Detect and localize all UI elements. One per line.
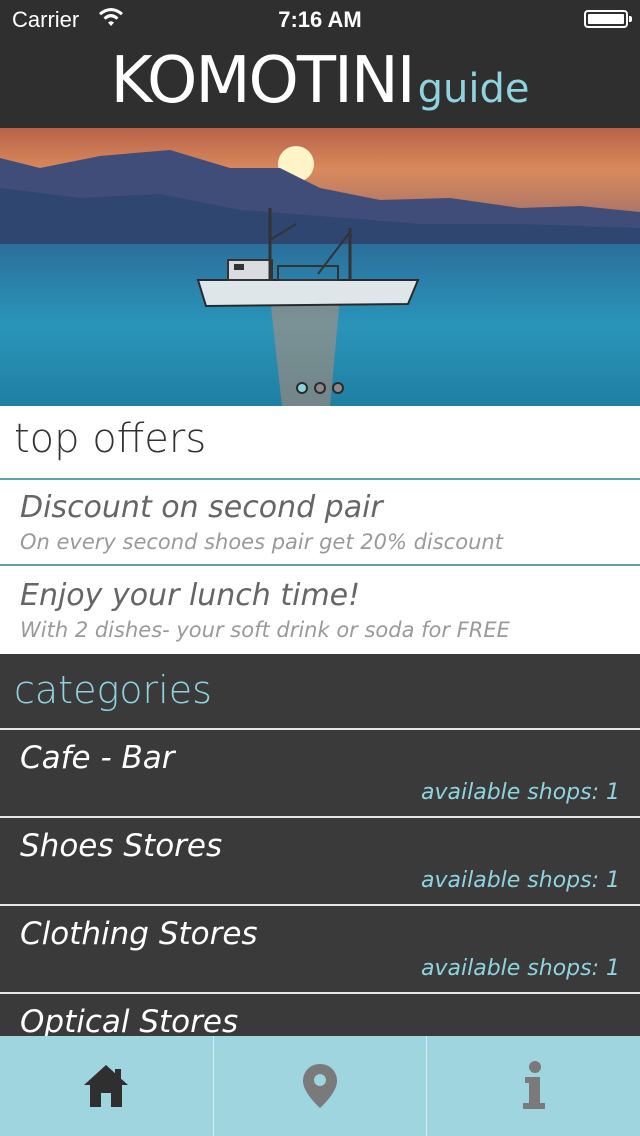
- divider: [0, 564, 640, 566]
- status-time: 7:16 AM: [278, 7, 362, 32]
- category-count: available shops: 1: [421, 780, 620, 805]
- category-row[interactable]: Cafe - Bar available shops: 1: [0, 728, 640, 814]
- divider: [0, 478, 640, 480]
- category-name: Optical Stores: [20, 1004, 239, 1040]
- pager-dot[interactable]: [332, 382, 344, 394]
- carousel-pager[interactable]: [0, 379, 640, 398]
- tab-bar: [0, 1036, 640, 1136]
- hero-image: [0, 128, 640, 406]
- category-count: available shops: 1: [421, 868, 620, 893]
- tab-map[interactable]: [212, 1036, 427, 1136]
- offer-description: On every second shoes pair get 20% disco…: [20, 530, 503, 554]
- category-name: Shoes Stores: [20, 828, 223, 864]
- category-row[interactable]: Clothing Stores available shops: 1: [0, 904, 640, 990]
- info-icon: [522, 1061, 545, 1109]
- status-bar: Carrier 7:16 AM: [0, 0, 640, 40]
- battery-icon: [584, 10, 632, 28]
- offer-title: Discount on second pair: [20, 490, 383, 525]
- categories-section: categories Cafe - Bar available shops: 1…: [0, 656, 640, 1040]
- tab-info[interactable]: [426, 1036, 640, 1136]
- category-name: Clothing Stores: [20, 916, 258, 952]
- app-logo: KOMOTINI guide: [0, 44, 640, 118]
- category-count: available shops: 1: [421, 956, 620, 981]
- top-offers-section: top offers Discount on second pair On ev…: [0, 406, 640, 654]
- app-header: KOMOTINI guide: [0, 40, 640, 128]
- logo-sub-text: guide: [417, 66, 530, 112]
- pager-dot[interactable]: [296, 382, 308, 394]
- home-icon: [84, 1065, 129, 1107]
- pager-dot[interactable]: [314, 382, 326, 394]
- hero-banner[interactable]: [0, 128, 640, 406]
- tab-home[interactable]: [0, 1036, 213, 1136]
- top-offers-title: top offers: [14, 416, 207, 462]
- map-pin-icon: [303, 1064, 337, 1108]
- logo-main-text: KOMOTINI: [110, 44, 415, 118]
- categories-title: categories: [14, 668, 212, 712]
- category-row[interactable]: Shoes Stores available shops: 1: [0, 816, 640, 902]
- category-name: Cafe - Bar: [20, 740, 175, 776]
- offer-description: With 2 dishes- your soft drink or soda f…: [20, 618, 510, 642]
- offer-title: Enjoy your lunch time!: [20, 578, 361, 613]
